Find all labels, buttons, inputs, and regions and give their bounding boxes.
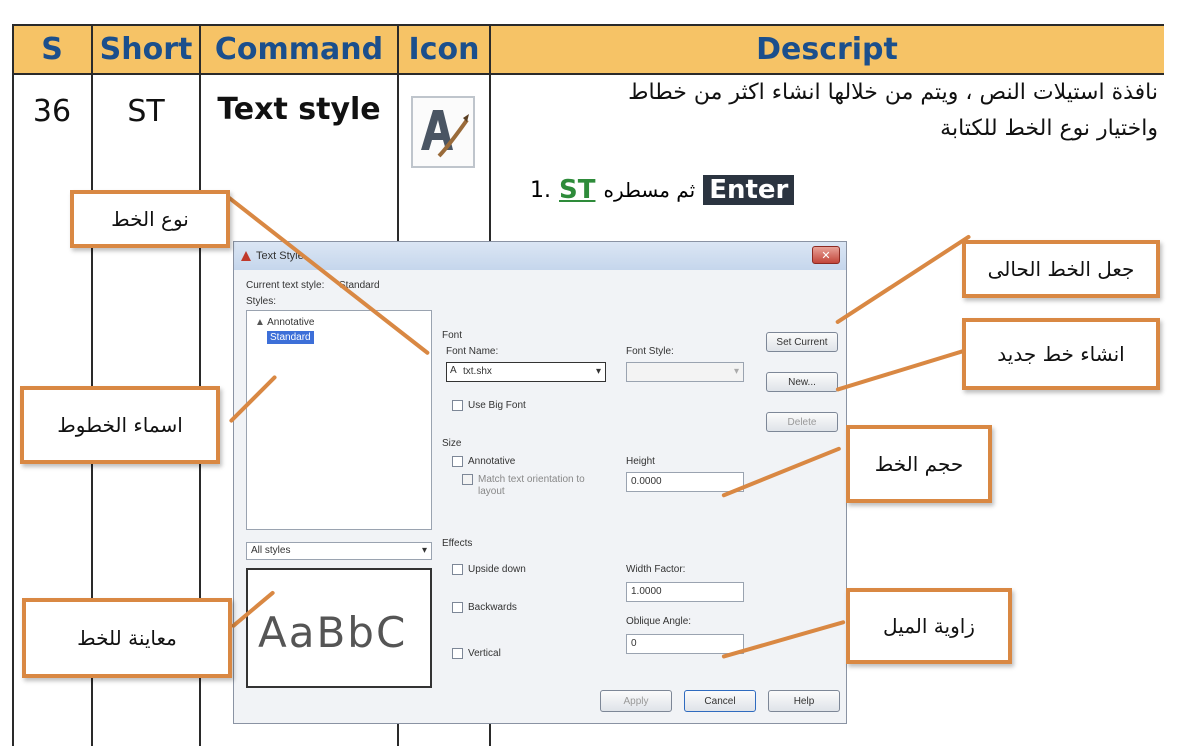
close-button[interactable]: ✕ (812, 246, 840, 264)
annotative-label: Annotative (468, 456, 516, 467)
oblique-angle-input[interactable]: 0 (626, 634, 744, 654)
font-group-label: Font (442, 330, 463, 341)
header-bottom-border (12, 73, 1164, 75)
step-number: 1. (530, 177, 551, 203)
header-command: Command (214, 31, 384, 67)
callout-oblique: زاوية الميل (846, 588, 1012, 664)
styles-filter-value: All styles (251, 545, 291, 556)
backwards-checkbox[interactable] (452, 602, 463, 613)
text-style-icon (411, 96, 475, 168)
new-button[interactable]: New... (766, 372, 838, 392)
font-preview-box: AaBbC (246, 568, 432, 688)
font-name-select[interactable]: txt.shx A ▾ (446, 362, 606, 382)
header-short: Short (99, 31, 193, 67)
row-short: ST (127, 94, 165, 129)
cancel-button[interactable]: Cancel (684, 690, 756, 712)
header-descript: Descript (756, 31, 898, 67)
oblique-angle-label: Oblique Angle: (626, 616, 692, 627)
autocad-logo-icon (240, 250, 252, 262)
use-big-font-checkbox[interactable] (452, 400, 463, 411)
annotative-checkbox[interactable] (452, 456, 463, 467)
delete-button[interactable]: Delete (766, 412, 838, 432)
font-name-value: txt.shx (463, 366, 492, 377)
enter-key-badge: Enter (703, 175, 795, 205)
set-current-button[interactable]: Set Current (766, 332, 838, 352)
connector-set-current (834, 234, 972, 325)
apply-button[interactable]: Apply (600, 690, 672, 712)
header-s: S (41, 31, 63, 67)
step-shortcut: ST (559, 175, 596, 205)
vertical-label: Vertical (468, 648, 501, 659)
font-name-chevron-icon: ▾ (595, 366, 601, 377)
current-style-label: Current text style: (246, 280, 325, 291)
preview-text: AaBbC (258, 608, 408, 657)
callout-new-font: انشاء خط جديد (962, 318, 1160, 390)
width-factor-value: 1.0000 (631, 586, 662, 597)
oblique-angle-value: 0 (631, 638, 637, 649)
match-orientation-label: Match text orientation to layout (478, 474, 585, 497)
callout-preview: معاينة للخط (22, 598, 232, 678)
row-command: Text style (217, 92, 381, 127)
font-style-select[interactable]: ▾ (626, 362, 744, 382)
callout-font-names: اسماء الخطوط (20, 386, 220, 464)
callout-set-current: جعل الخط الحالى (962, 240, 1160, 298)
height-label: Height (626, 456, 655, 467)
style-item-label: Annotative (267, 317, 315, 328)
table-border-left (12, 24, 14, 746)
description-line-2: واختيار نوع الخط للكتابة (940, 116, 1158, 141)
font-name-label: Font Name: (446, 346, 499, 357)
upside-down-checkbox[interactable] (452, 564, 463, 575)
vertical-checkbox[interactable] (452, 648, 463, 659)
callout-font-type: نوع الخط (70, 190, 230, 248)
use-big-font-label: Use Big Font (468, 400, 526, 411)
styles-label: Styles: (246, 296, 277, 307)
connector-new-font (835, 348, 967, 392)
chevron-down-icon: ▾ (421, 545, 427, 556)
width-factor-label: Width Factor: (626, 564, 686, 575)
header-icon: Icon (408, 31, 480, 67)
backwards-label: Backwards (468, 602, 517, 613)
table-top-border (12, 24, 1164, 26)
font-type-icon: A (450, 365, 457, 376)
match-orientation-checkbox[interactable] (462, 474, 473, 485)
font-style-label: Font Style: (626, 346, 674, 357)
style-item-annotative[interactable]: ▲ Annotative (255, 317, 314, 328)
effects-group-label: Effects (442, 538, 473, 549)
height-value: 0.0000 (631, 476, 662, 487)
step-instruction: 1. ST ثم مسطره Enter (530, 170, 795, 210)
annotative-icon: ▲ (255, 317, 265, 328)
help-button[interactable]: Help (768, 690, 840, 712)
close-icon: ✕ (821, 249, 831, 262)
size-group-label: Size (442, 438, 462, 449)
row-s: 36 (32, 94, 72, 129)
step-text: ثم مسطره (603, 178, 696, 202)
dialog-titlebar: Text Style ✕ (234, 242, 846, 270)
upside-down-label: Upside down (468, 564, 526, 575)
style-item-standard[interactable]: Standard (267, 331, 314, 344)
callout-font-size: حجم الخط (846, 425, 992, 503)
description-line-1: نافذة استيلات النص ، ويتم من خلالها انشا… (628, 80, 1158, 105)
styles-list[interactable]: ▲ Annotative Standard (246, 310, 432, 530)
styles-filter-select[interactable]: All styles ▾ (246, 542, 432, 560)
height-input[interactable]: 0.0000 (626, 472, 744, 492)
font-style-chevron-icon: ▾ (733, 366, 739, 377)
width-factor-input[interactable]: 1.0000 (626, 582, 744, 602)
